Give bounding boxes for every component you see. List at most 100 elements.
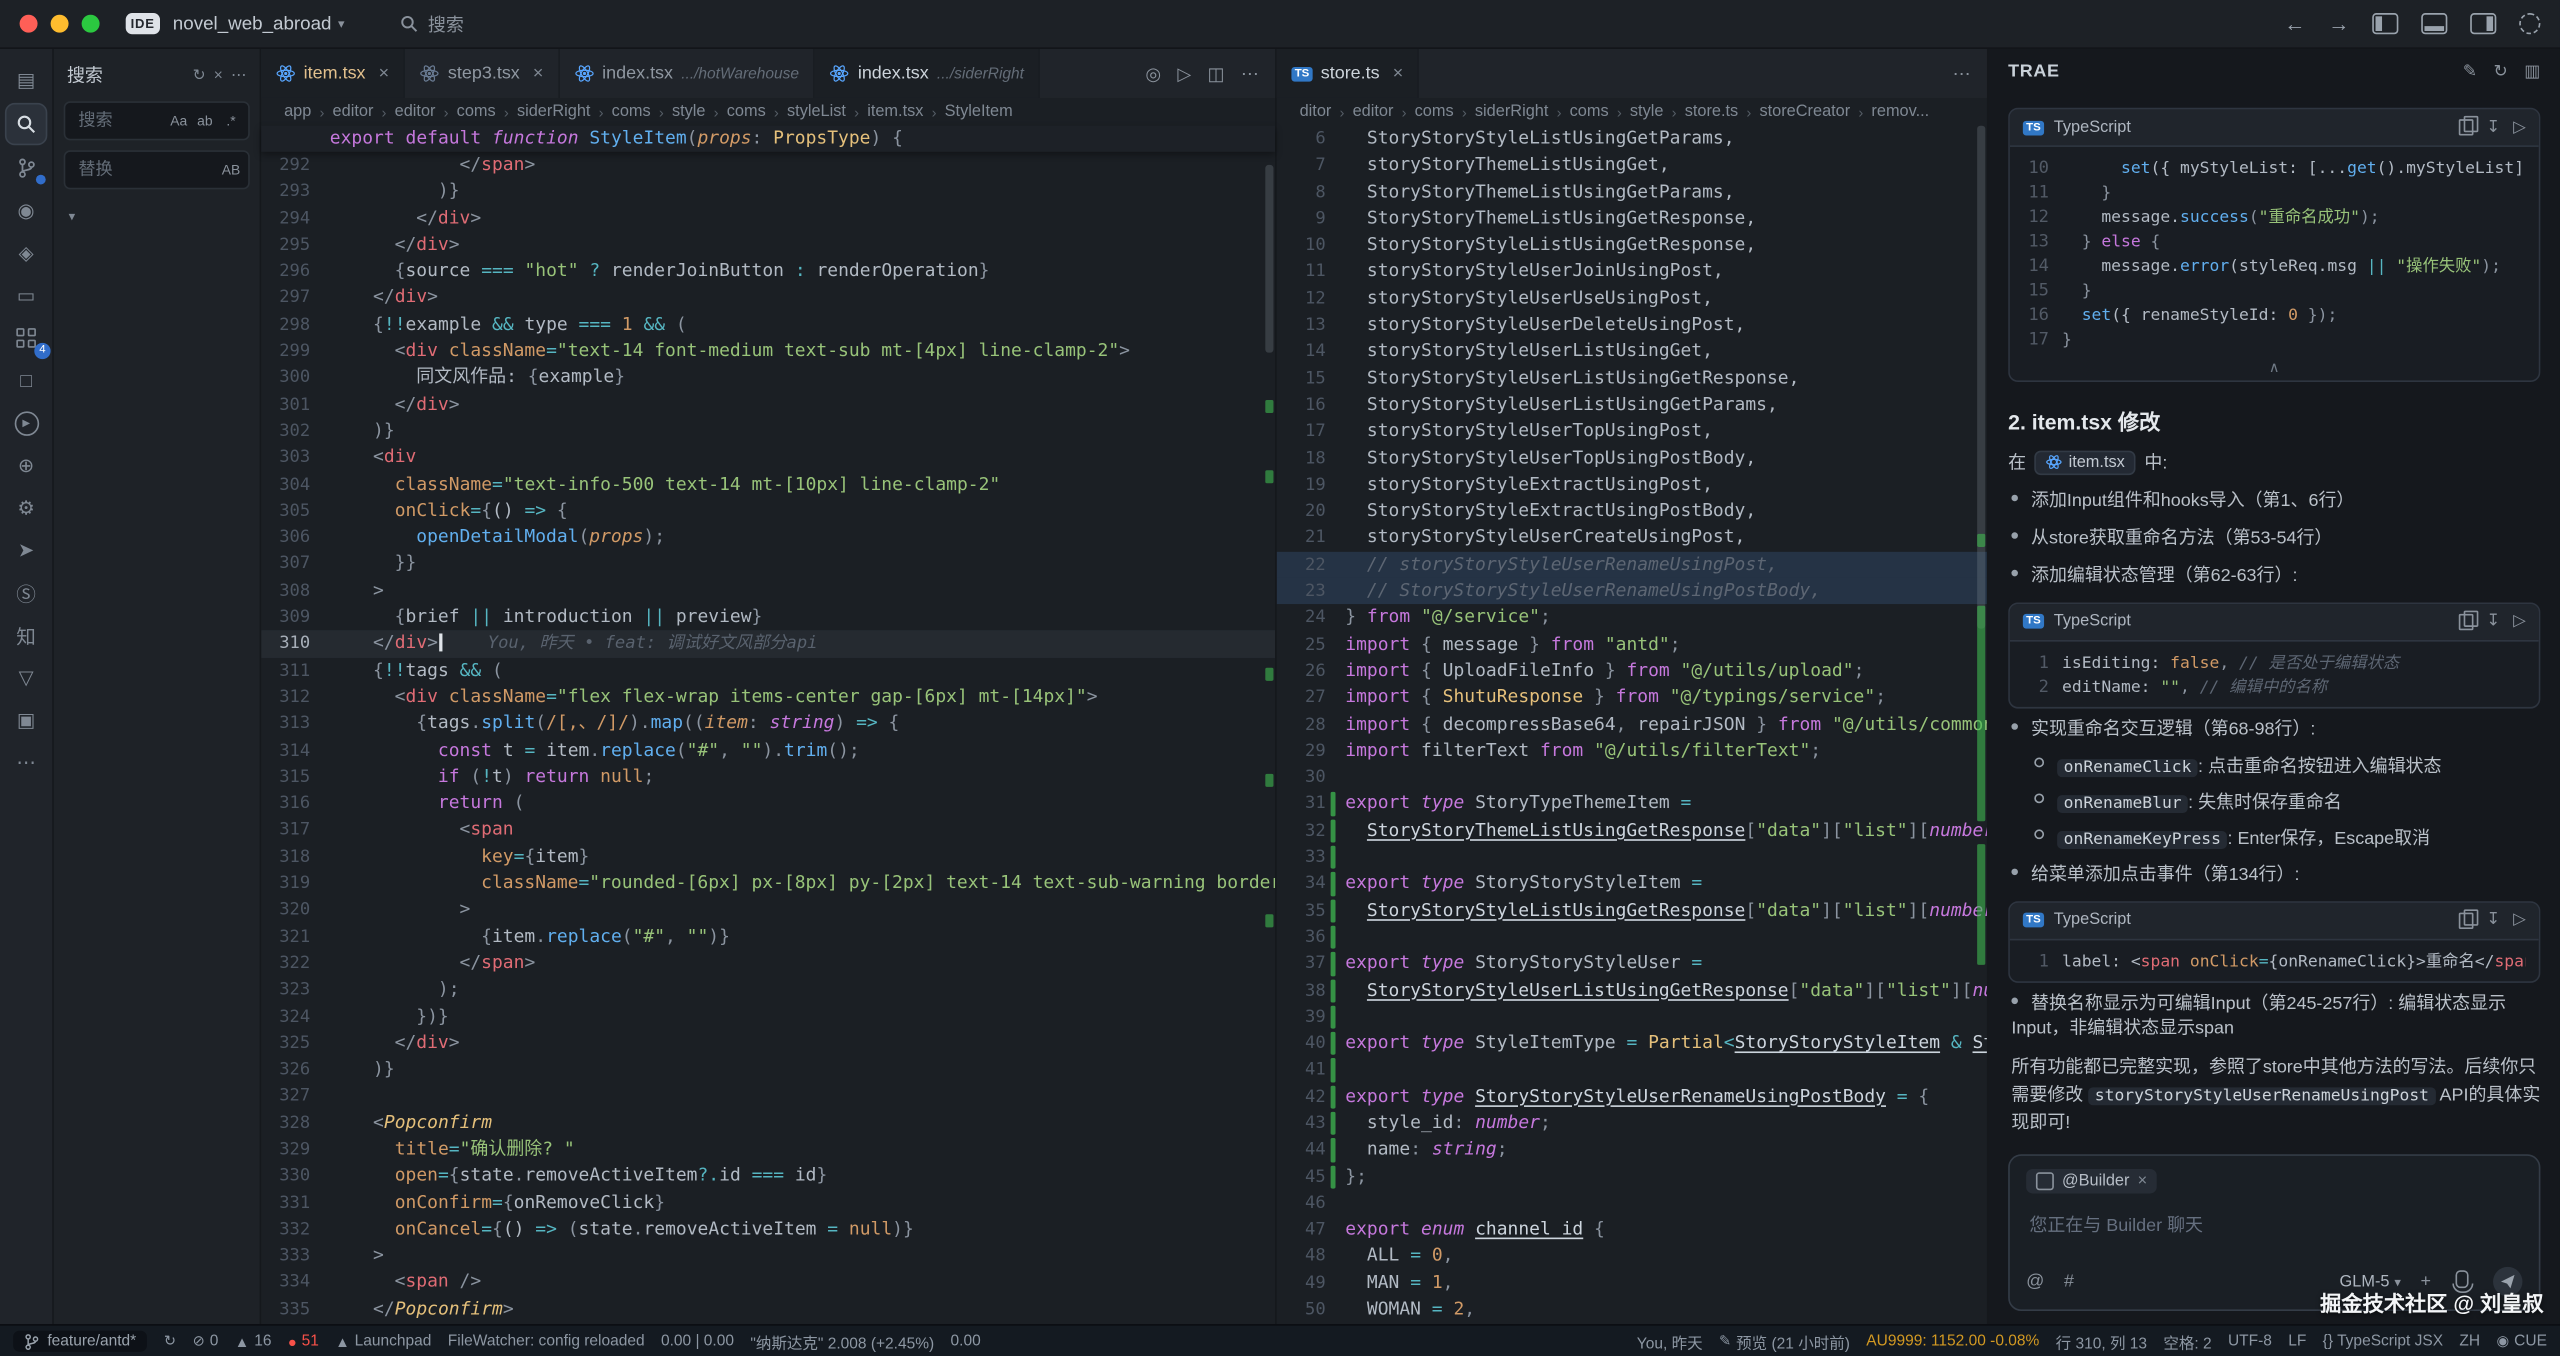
- code-line[interactable]: 30: [1277, 764, 1987, 791]
- code-line[interactable]: 304 className="text-info-500 text-14 mt-…: [261, 471, 1275, 498]
- code-line[interactable]: 307 }}: [261, 551, 1275, 578]
- filewatcher[interactable]: FileWatcher: config reloaded: [448, 1332, 645, 1350]
- language-mode[interactable]: {} TypeScript JSX: [2323, 1332, 2443, 1350]
- send-icon[interactable]: ➤: [5, 529, 47, 571]
- code-line[interactable]: 1isEditing: false, // 是否处于编辑状态: [2023, 651, 2526, 675]
- clear-icon[interactable]: ×: [214, 66, 223, 84]
- stock-ticker[interactable]: "纳斯达克" 2.008 (+2.45%): [750, 1330, 934, 1353]
- breadcrumb-item[interactable]: app: [284, 103, 311, 121]
- code-line[interactable]: 1label: <span onClick={onRenameClick}>重命…: [2023, 949, 2526, 973]
- git-branch-indicator[interactable]: feature/antd*: [13, 1331, 148, 1352]
- insert-code-icon[interactable]: ↧: [2486, 911, 2500, 929]
- code-line[interactable]: 319 className="rounded-[6px] px-[8px] py…: [261, 870, 1275, 897]
- code-line[interactable]: 25import { message } from "antd";: [1277, 631, 1987, 658]
- code-line[interactable]: 12 storyStoryStyleUserUseUsingPost,: [1277, 285, 1987, 312]
- code-line[interactable]: 42export type StoryStoryStyleUserRenameU…: [1277, 1084, 1987, 1111]
- code-line[interactable]: 329 title="确认删除? ": [261, 1136, 1275, 1163]
- code-line[interactable]: 36: [1277, 924, 1987, 951]
- launchpad[interactable]: ▲Launchpad: [335, 1332, 431, 1350]
- code-line[interactable]: 314 const t = item.replace("#", "").trim…: [261, 737, 1275, 764]
- code-line[interactable]: 327: [261, 1083, 1275, 1110]
- breadcrumb-item[interactable]: editor: [1353, 103, 1394, 121]
- eol[interactable]: LF: [2288, 1332, 2306, 1350]
- toggle-bottom-panel-button[interactable]: [2421, 13, 2447, 34]
- refresh-icon[interactable]: ↻: [193, 66, 206, 84]
- code-line[interactable]: 13 } else {: [2023, 230, 2526, 254]
- breadcrumb-item[interactable]: siderRight: [1475, 103, 1549, 121]
- code-line[interactable]: 328 <Popconfirm: [261, 1110, 1275, 1137]
- more-actions-icon[interactable]: ⋯: [1241, 63, 1259, 84]
- apply-code-icon[interactable]: ▷: [2513, 911, 2526, 929]
- code-line[interactable]: 316 return (: [261, 790, 1275, 817]
- sticky-scope-line[interactable]: export default function StyleItem(props:…: [261, 126, 1275, 152]
- code-line[interactable]: 21 storyStoryStyleUserCreateUsingPost,: [1277, 525, 1987, 552]
- code-line[interactable]: 43 style_id: number;: [1277, 1110, 1987, 1137]
- code-line[interactable]: 20 StoryStoryStyleExtractUsingPostBody,: [1277, 498, 1987, 525]
- zhi-extension-icon[interactable]: 知: [5, 614, 47, 656]
- panel-layout-icon[interactable]: ▥: [2524, 62, 2540, 82]
- code-line[interactable]: 40export type StyleItemType = Partial<St…: [1277, 1030, 1987, 1057]
- tab-index-siderright[interactable]: index.tsx .../siderRight: [815, 49, 1040, 98]
- code-line[interactable]: 16 StoryStoryStyleUserListUsingGetParams…: [1277, 392, 1987, 419]
- new-chat-icon[interactable]: ✎: [2463, 62, 2477, 82]
- code-line[interactable]: 15 }: [2023, 279, 2526, 303]
- code-line[interactable]: 302 )}: [261, 418, 1275, 445]
- code-line[interactable]: 46: [1277, 1190, 1987, 1217]
- extensions-icon[interactable]: 4: [5, 317, 47, 359]
- code-line[interactable]: 15 StoryStoryStyleUserListUsingGetRespon…: [1277, 365, 1987, 392]
- fund-ticker[interactable]: 0.00 | 0.00: [661, 1332, 734, 1350]
- history-icon[interactable]: ↻: [2493, 62, 2507, 82]
- gold-ticker[interactable]: AU9999: 1152.00 -0.08%: [1866, 1332, 2039, 1350]
- run-icon[interactable]: ▶: [5, 402, 47, 444]
- code-line[interactable]: 24} from "@/service";: [1277, 605, 1987, 632]
- tab-item-tsx[interactable]: item.tsx ×: [261, 49, 405, 98]
- insert-code-icon[interactable]: ↧: [2486, 613, 2500, 631]
- breadcrumb-item[interactable]: style: [672, 103, 706, 121]
- source-control-icon[interactable]: [5, 147, 47, 189]
- comments-icon[interactable]: ▭: [5, 274, 47, 316]
- code-line[interactable]: 45};: [1277, 1163, 1987, 1190]
- code-line[interactable]: 326 )}: [261, 1056, 1275, 1083]
- code-line[interactable]: 301 </div>: [261, 391, 1275, 418]
- back-button[interactable]: ←: [2284, 11, 2305, 35]
- split-editor-icon[interactable]: ◫: [1207, 63, 1224, 84]
- tools-icon[interactable]: ⚙: [5, 487, 47, 529]
- code-line[interactable]: 2editName: "", // 编辑中的名称: [2023, 676, 2526, 700]
- code-line[interactable]: 17 storyStoryStyleUserTopUsingPost,: [1277, 418, 1987, 445]
- breadcrumb-item[interactable]: storeCreator: [1759, 103, 1850, 121]
- code-line[interactable]: 299 <div className="text-14 font-medium …: [261, 338, 1275, 365]
- code-line[interactable]: 325 </div>: [261, 1030, 1275, 1057]
- maximize-window-button[interactable]: [82, 15, 100, 33]
- code-line[interactable]: 37export type StoryStoryStyleUser =: [1277, 951, 1987, 978]
- code-line[interactable]: 323 );: [261, 977, 1275, 1004]
- code-line[interactable]: 41: [1277, 1057, 1987, 1084]
- code-line[interactable]: 22 // storyStoryStyleUserRenameUsingPost…: [1277, 551, 1987, 578]
- sync-icon[interactable]: ↻: [164, 1332, 176, 1350]
- blame[interactable]: You, 昨天: [1637, 1330, 1703, 1353]
- code-line[interactable]: 31export type StoryTypeThemeItem =: [1277, 791, 1987, 818]
- eye-icon[interactable]: ◉: [5, 189, 47, 231]
- annotation[interactable]: ✎预览 (21 小时前): [1719, 1330, 1850, 1353]
- code-line[interactable]: 44 name: string;: [1277, 1137, 1987, 1164]
- errors[interactable]: ⊘0: [193, 1332, 219, 1350]
- apply-code-icon[interactable]: ▷: [2513, 613, 2526, 631]
- code-line[interactable]: 17}: [2023, 328, 2526, 352]
- code-line[interactable]: 293 )}: [261, 178, 1275, 205]
- tab-index-hotwarehouse[interactable]: index.tsx .../hotWarehouse: [560, 49, 816, 98]
- debug-icon[interactable]: ◈: [5, 232, 47, 274]
- code-line[interactable]: 26import { UploadFileInfo } from "@/util…: [1277, 658, 1987, 685]
- language-extension-icon[interactable]: Ⓢ: [5, 571, 47, 613]
- copy-icon[interactable]: [2459, 912, 2474, 928]
- toggle-search-details-icon[interactable]: ▾: [69, 209, 76, 224]
- breadcrumb-item[interactable]: coms: [612, 103, 651, 121]
- tab-step3-tsx[interactable]: step3.tsx ×: [405, 49, 559, 98]
- code-line[interactable]: 312 <div className="flex flex-wrap items…: [261, 684, 1275, 711]
- cursor-position[interactable]: 行 310, 列 13: [2056, 1330, 2147, 1353]
- mention-icon[interactable]: @: [2026, 1272, 2044, 1292]
- settings-gear-icon[interactable]: [2519, 13, 2540, 34]
- code-line[interactable]: 315 if (!t) return null;: [261, 764, 1275, 791]
- code-line[interactable]: 10 StoryStoryStyleListUsingGetResponse,: [1277, 232, 1987, 259]
- code-line[interactable]: 50 WOMAN = 2,: [1277, 1296, 1987, 1323]
- file-chip[interactable]: item.tsx: [2034, 450, 2136, 474]
- explorer-icon[interactable]: ▤: [5, 59, 47, 101]
